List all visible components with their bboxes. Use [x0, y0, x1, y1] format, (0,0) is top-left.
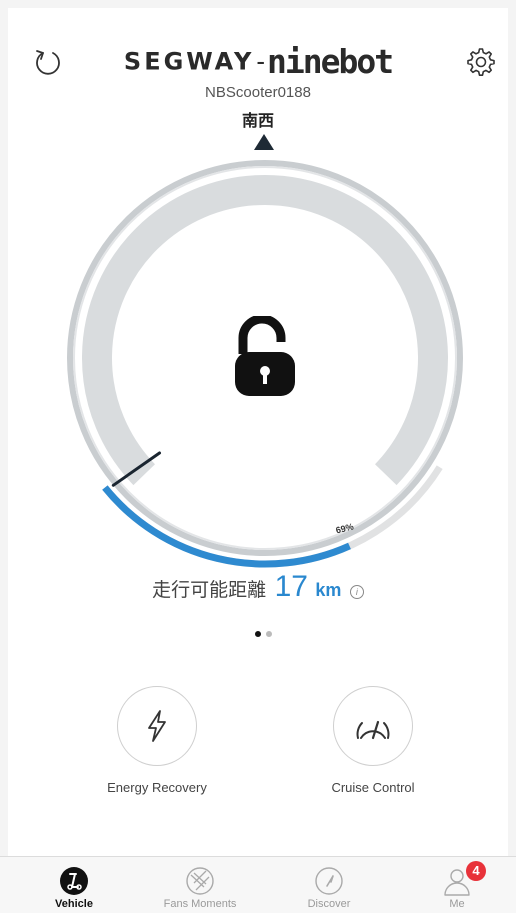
tab-vehicle[interactable]: Vehicle: [24, 863, 124, 910]
tab-fans-moments-label: Fans Moments: [163, 898, 237, 910]
unlocked-padlock-icon: [235, 314, 295, 396]
bottom-tab-bar: Vehicle Fans Moments Discover 4 Me: [0, 856, 516, 913]
range-unit: km: [315, 580, 342, 600]
range-value: 17: [274, 570, 308, 603]
battery-fill: [102, 485, 351, 568]
page-indicator: [255, 624, 277, 642]
range-readout: 走行可能距離 17 km i: [0, 570, 516, 604]
tab-vehicle-label: Vehicle: [55, 898, 93, 910]
lock-toggle-button[interactable]: [229, 314, 301, 400]
cruise-control-feature: Cruise Control: [293, 686, 453, 795]
aperture-icon: [186, 867, 214, 895]
cruise-control-button[interactable]: [333, 686, 413, 766]
notification-badge: 4: [466, 861, 486, 881]
energy-recovery-feature: Energy Recovery: [77, 686, 237, 795]
tab-fans-moments[interactable]: Fans Moments: [150, 863, 250, 910]
energy-recovery-label: Energy Recovery: [107, 780, 207, 795]
page-dot[interactable]: [266, 631, 272, 637]
info-icon[interactable]: i: [349, 584, 364, 599]
energy-recovery-button[interactable]: [117, 686, 197, 766]
tab-me[interactable]: 4 Me: [407, 861, 507, 910]
tab-me-label: Me: [449, 898, 465, 910]
speedometer-icon: [356, 720, 390, 740]
tab-discover-label: Discover: [307, 898, 351, 910]
range-label: 走行可能距離: [152, 579, 267, 601]
lightning-icon: [148, 710, 166, 742]
tab-discover[interactable]: Discover: [279, 863, 379, 910]
compass-icon: [315, 867, 343, 895]
scooter-icon: [60, 867, 88, 895]
cruise-control-label: Cruise Control: [331, 780, 415, 795]
page-dot-active[interactable]: [255, 631, 261, 637]
